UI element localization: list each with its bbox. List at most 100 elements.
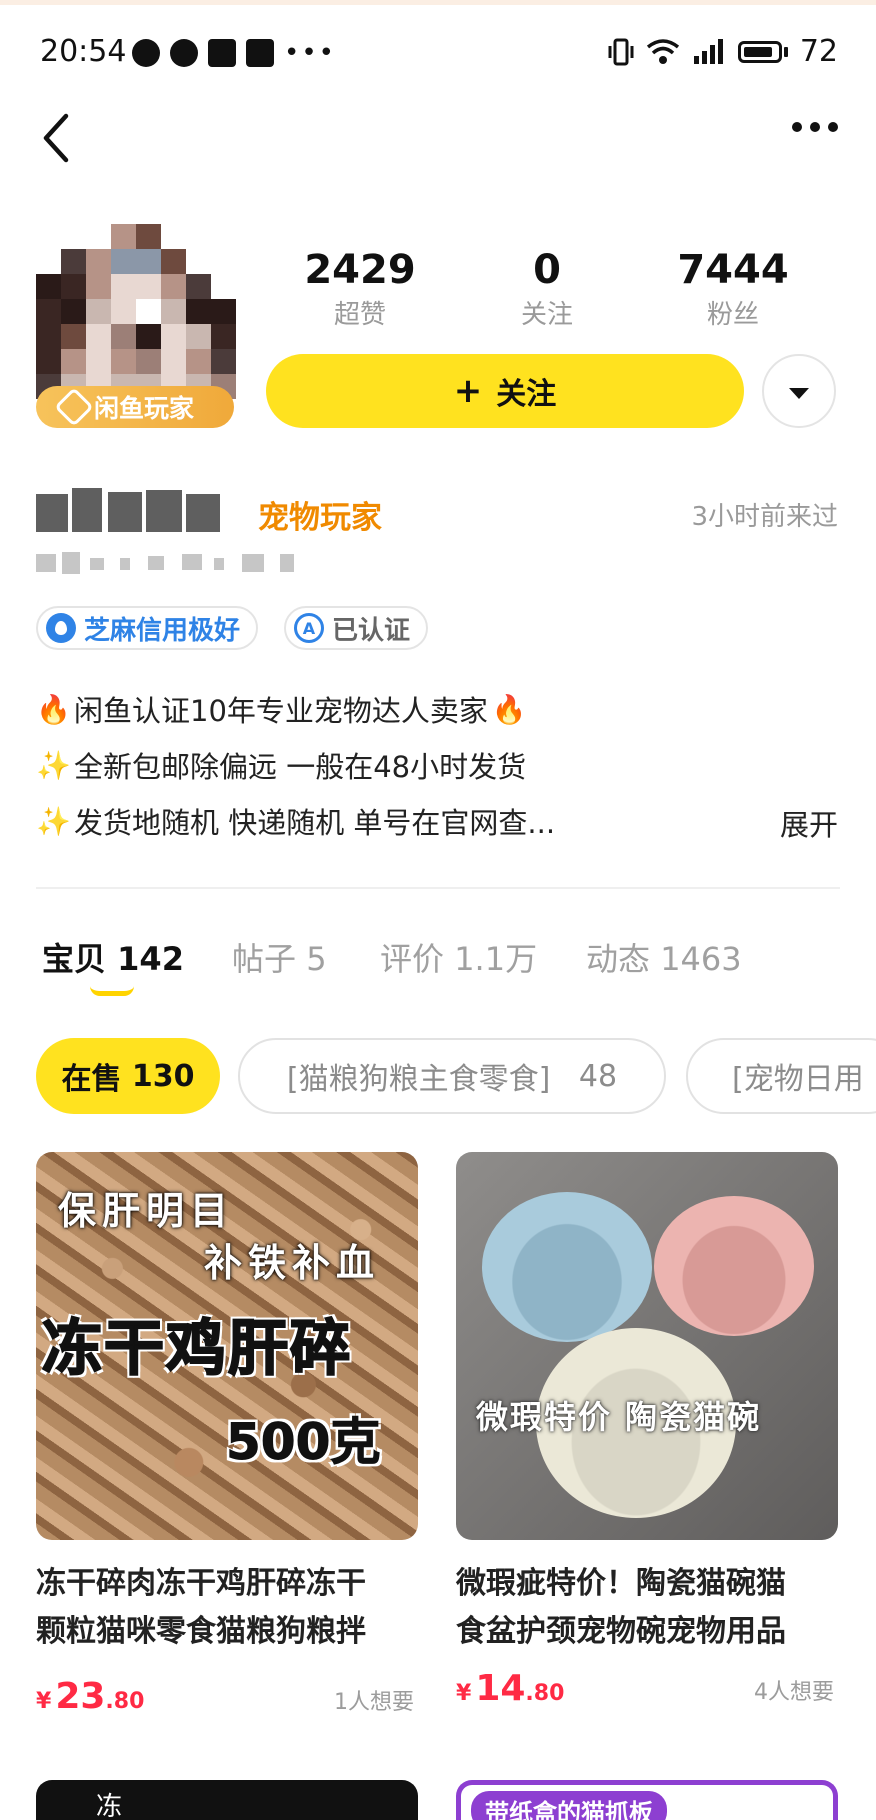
avatar-pixel bbox=[111, 299, 136, 324]
avatar-pixel bbox=[61, 224, 86, 249]
filter-chip-daily[interactable]: [宠物日用 bbox=[686, 1038, 876, 1114]
expand-bio-link[interactable]: 展开 bbox=[780, 802, 838, 844]
avatar-pixel bbox=[211, 299, 236, 324]
avatar-pixel bbox=[36, 299, 61, 324]
blur-block bbox=[108, 492, 142, 532]
pink-bowl bbox=[654, 1196, 814, 1336]
tab-items[interactable]: 宝贝 142 bbox=[42, 934, 184, 980]
product-wants: 4人想要 bbox=[754, 1680, 834, 1705]
video-icon bbox=[246, 39, 274, 67]
product-title-line: 颗粒猫咪零食猫粮狗粮拌 bbox=[36, 1614, 366, 1649]
message-icon bbox=[132, 39, 160, 67]
tab-activity[interactable]: 动态 1463 bbox=[586, 934, 742, 980]
verified-tag-label: 已认证 bbox=[332, 615, 411, 646]
avatar-pixel bbox=[111, 249, 136, 274]
blur-block bbox=[146, 490, 182, 532]
product-card-peek[interactable]: 带纸盒的猫抓板 bbox=[456, 1780, 838, 1820]
avatar-pixel bbox=[186, 249, 211, 274]
avatar-pixel bbox=[161, 274, 186, 299]
avatar-pixel bbox=[186, 324, 211, 349]
tab-label: 评价 bbox=[380, 940, 445, 978]
product-title[interactable]: 微瑕疵特价！陶瓷猫碗猫 食盆护颈宠物碗宠物用品 bbox=[456, 1560, 838, 1656]
blur-block bbox=[148, 556, 164, 570]
follow-label: 关注 bbox=[496, 377, 557, 412]
tab-label: 动态 bbox=[586, 940, 651, 978]
price-decimal: .80 bbox=[525, 1681, 565, 1706]
more-notifications-icon: ••• bbox=[284, 38, 337, 68]
avatar-pixel bbox=[61, 324, 86, 349]
avatar-pixel bbox=[161, 299, 186, 324]
tab-posts[interactable]: 帖子 5 bbox=[232, 934, 327, 980]
back-icon[interactable] bbox=[36, 110, 80, 166]
avatar-pixel bbox=[36, 349, 61, 374]
bio-line: ✨ 全新包邮除偏远 一般在48小时发货 bbox=[36, 744, 526, 786]
price-currency: ¥ bbox=[456, 1681, 472, 1706]
bio-text: 闲鱼认证10年专业宠物达人卖家 bbox=[74, 694, 488, 728]
vibrate-icon bbox=[608, 38, 634, 65]
product-price: ¥ 23 .80 bbox=[36, 1676, 144, 1717]
blur-block bbox=[72, 488, 102, 532]
product-image[interactable]: 保肝明目 补铁补血 冻干鸡肝碎 500克 bbox=[36, 1152, 418, 1540]
avatar-pixel bbox=[186, 349, 211, 374]
avatar-pixel bbox=[161, 349, 186, 374]
product-image[interactable]: 微瑕特价 陶瓷猫碗 bbox=[456, 1152, 838, 1540]
wifi-icon bbox=[646, 38, 679, 64]
avatar-pixel bbox=[161, 324, 186, 349]
user-info-blurred bbox=[36, 550, 336, 576]
status-time: 20:54 bbox=[40, 34, 127, 69]
chat-icon bbox=[170, 39, 198, 67]
stat-likes[interactable]: 2429 超赞 bbox=[270, 246, 450, 332]
user-tag: 宠物玩家 bbox=[258, 500, 382, 536]
verified-tag[interactable]: A 已认证 bbox=[284, 606, 429, 650]
product-title-line: 微瑕疵特价！陶瓷猫碗猫 bbox=[456, 1566, 786, 1601]
signal-icon bbox=[693, 38, 723, 64]
battery-tip bbox=[783, 46, 788, 57]
image-text: 500克 bbox=[225, 1413, 381, 1472]
tab-reviews[interactable]: 评价 1.1万 bbox=[380, 934, 537, 980]
avatar-pixel bbox=[36, 249, 61, 274]
avatar-pixel bbox=[36, 224, 61, 249]
follow-button[interactable]: + 关注 bbox=[266, 354, 744, 428]
avatar-pixel bbox=[61, 274, 86, 299]
verified-icon: A bbox=[294, 613, 324, 643]
image-text: 微瑕特价 陶瓷猫碗 bbox=[476, 1398, 762, 1436]
blur-block bbox=[280, 554, 294, 572]
filter-chip-on-sale[interactable]: 在售 130 bbox=[36, 1038, 220, 1114]
avatar-pixel bbox=[86, 224, 111, 249]
credit-tag[interactable]: 芝麻信用极好 bbox=[36, 606, 259, 650]
avatar-pixel bbox=[211, 349, 236, 374]
tab-count: 1463 bbox=[660, 940, 742, 978]
product-card-peek[interactable]: 冻 bbox=[36, 1780, 418, 1820]
tab-label: 宝贝 bbox=[42, 940, 107, 978]
product-price: ¥ 14 .80 bbox=[456, 1668, 564, 1709]
diamond-icon bbox=[54, 387, 94, 427]
more-actions-button[interactable] bbox=[762, 354, 836, 428]
avatar-pixel bbox=[86, 324, 111, 349]
stat-following[interactable]: 0 关注 bbox=[457, 246, 637, 332]
sesame-credit-icon bbox=[46, 613, 76, 643]
price-currency: ¥ bbox=[36, 1689, 52, 1714]
product-title[interactable]: 冻干碎肉冻干鸡肝碎冻干 颗粒猫咪零食猫粮狗粮拌 bbox=[36, 1560, 418, 1656]
battery-level: 72 bbox=[799, 34, 838, 69]
blur-block bbox=[242, 554, 264, 572]
stat-fans[interactable]: 7444 粉丝 bbox=[643, 246, 823, 332]
stat-value: 0 bbox=[533, 247, 561, 293]
avatar-pixel bbox=[211, 324, 236, 349]
avatar-pixel bbox=[136, 299, 161, 324]
stat-label: 关注 bbox=[520, 300, 573, 330]
avatar-pixel bbox=[186, 274, 211, 299]
filter-chip-food[interactable]: [猫粮狗粮主食零食] 48 bbox=[238, 1038, 666, 1114]
news-icon bbox=[208, 39, 236, 67]
price-integer: 23 bbox=[55, 1676, 106, 1717]
tab-count: 142 bbox=[117, 940, 184, 978]
plus-icon: + bbox=[453, 371, 483, 411]
more-options-icon[interactable] bbox=[792, 122, 838, 132]
image-text: 补铁补血 bbox=[204, 1241, 381, 1285]
fire-icon: 🔥 bbox=[491, 692, 527, 726]
avatar-pixel bbox=[161, 249, 186, 274]
price-integer: 14 bbox=[475, 1668, 526, 1709]
stat-label: 粉丝 bbox=[706, 300, 759, 330]
tab-count: 5 bbox=[306, 940, 327, 978]
credit-tag-label: 芝麻信用极好 bbox=[84, 615, 241, 646]
last-seen: 3小时前来过 bbox=[691, 502, 838, 532]
